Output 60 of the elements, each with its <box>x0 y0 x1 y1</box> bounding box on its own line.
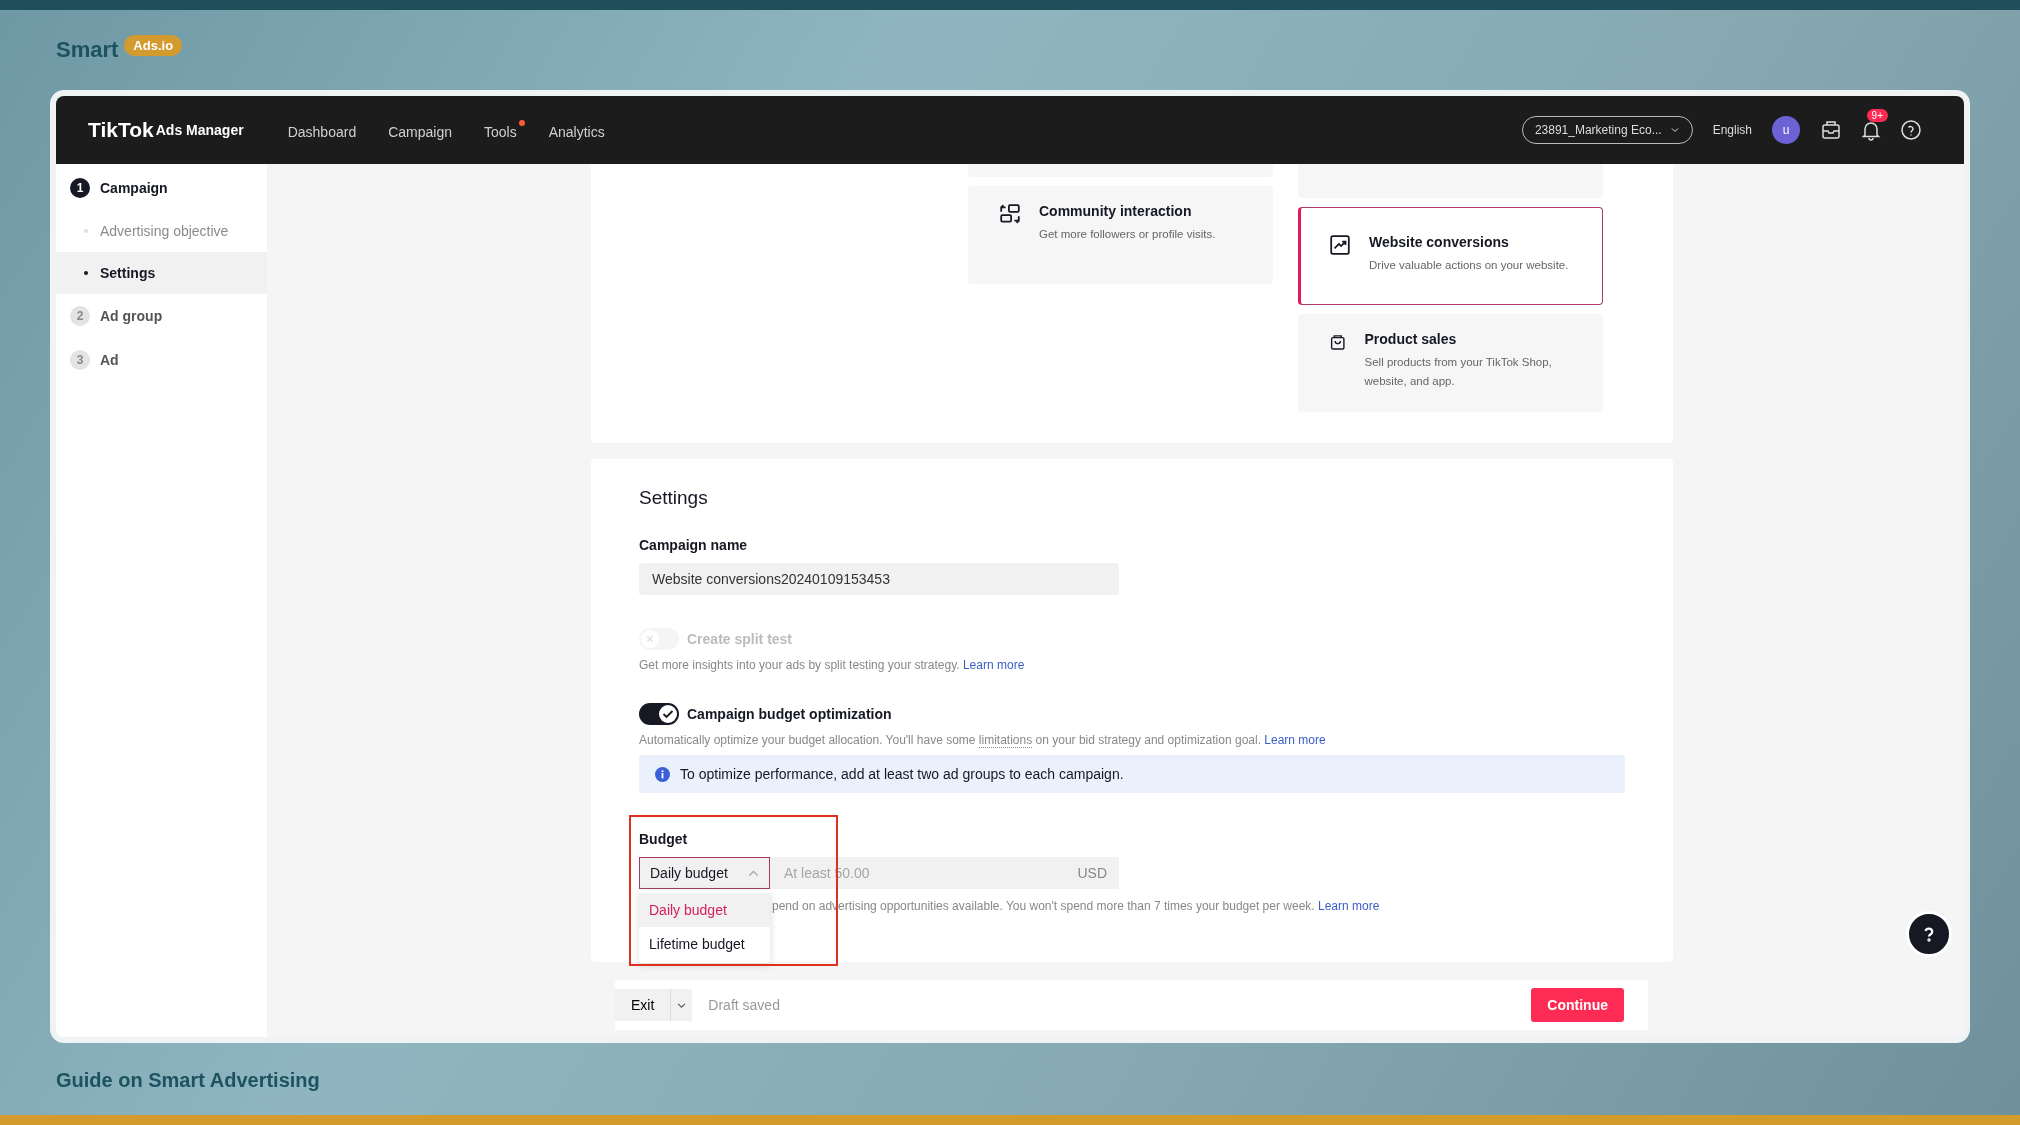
objective-description: Get more followers or profile visits. <box>1039 227 1216 242</box>
toggle-label: Campaign budget optimization <box>687 706 892 722</box>
nav-link[interactable]: Tools <box>484 120 525 140</box>
campaign-name-field[interactable]: Website conversions20240109153453 <box>639 563 1119 595</box>
info-text: To optimize performance, add at least two ad groups to each campaign. <box>680 766 1124 782</box>
help-text: Get more insights into your ads by split testing your strategy. Learn more <box>639 658 1026 672</box>
step-number: 2 <box>70 306 90 326</box>
info-icon <box>655 766 670 782</box>
step-link[interactable]: 2 Ad group <box>56 294 267 338</box>
step-number: 3 <box>70 350 90 370</box>
step-link[interactable]: 1 Campaign <box>56 166 267 210</box>
dropdown-option[interactable]: Lifetime budget <box>639 927 770 961</box>
step-label: Ad group <box>100 308 163 324</box>
objective-title: Website conversions <box>1369 234 1510 250</box>
exit-button[interactable]: Exit <box>615 989 671 1021</box>
swap-icon <box>999 203 1021 225</box>
app-logo-suffix: Ads Manager <box>155 122 244 138</box>
substep-link[interactable]: Settings <box>56 252 267 294</box>
draft-status: Draft saved <box>708 997 780 1013</box>
nav-link[interactable]: Analytics <box>548 120 613 140</box>
toggle-switch[interactable] <box>639 703 679 725</box>
close-icon <box>646 635 654 643</box>
user-avatar[interactable]: u <box>1772 116 1800 144</box>
notification-badge: 9+ <box>1866 109 1888 122</box>
objective-title: Product sales <box>1364 331 1458 347</box>
continue-button[interactable]: Continue <box>1531 988 1624 1022</box>
objective-card[interactable]: Website conversions Drive valuable actions on your website. <box>1298 207 1603 305</box>
step-label: Ad <box>100 352 119 368</box>
toggle-label: Create split test <box>687 631 793 647</box>
app-logo: TikTok <box>88 118 154 142</box>
brand-badge: Ads.io <box>124 34 183 56</box>
nav-link[interactable]: Dashboard <box>287 120 365 140</box>
objective-card[interactable]: Community interaction Get more followers or profile visits. <box>968 186 1273 284</box>
learn-more-link[interactable]: Learn more <box>1318 899 1380 913</box>
chevron-icon <box>748 867 759 879</box>
inbox-icon[interactable] <box>1820 119 1842 141</box>
objective-description: Sell products from your TikTok Shop, website, and app. <box>1364 355 1553 389</box>
objective-description: Drive valuable actions on your website. <box>1369 258 1569 273</box>
chevron-icon <box>1669 125 1680 135</box>
help-icon[interactable] <box>1900 119 1922 141</box>
check-icon <box>662 708 674 720</box>
section-title: Settings <box>639 487 709 509</box>
caption: Guide on Smart Advertising <box>55 1068 321 1092</box>
step-number: 1 <box>70 178 90 198</box>
field-label: Budget <box>639 831 689 847</box>
step-label: Campaign <box>100 180 168 196</box>
brand-name: Smart <box>56 37 119 63</box>
substep-link[interactable]: Advertising objective <box>56 210 267 252</box>
nav-link[interactable]: Campaign <box>388 120 460 140</box>
dropdown-option[interactable]: Daily budget <box>639 893 770 927</box>
objective-card[interactable]: Product sales Sell products from your TikTok Shop, website, and app. <box>1298 314 1603 412</box>
help-text: Automatically optimize your budget allocation. You'll have some limitations on your bid strategy and optimization goal. Learn more <box>639 733 1327 747</box>
chart-icon <box>1329 234 1351 256</box>
step-link[interactable]: 3 Ad <box>56 338 267 382</box>
language-link[interactable]: English <box>1712 123 1752 137</box>
objective-title: Community interaction <box>1039 203 1193 219</box>
field-label: Campaign name <box>639 537 749 553</box>
budget-type-select[interactable]: Daily budget <box>639 857 770 889</box>
learn-more-link[interactable]: Learn more <box>1264 733 1326 747</box>
currency-label: USD <box>1077 865 1107 881</box>
